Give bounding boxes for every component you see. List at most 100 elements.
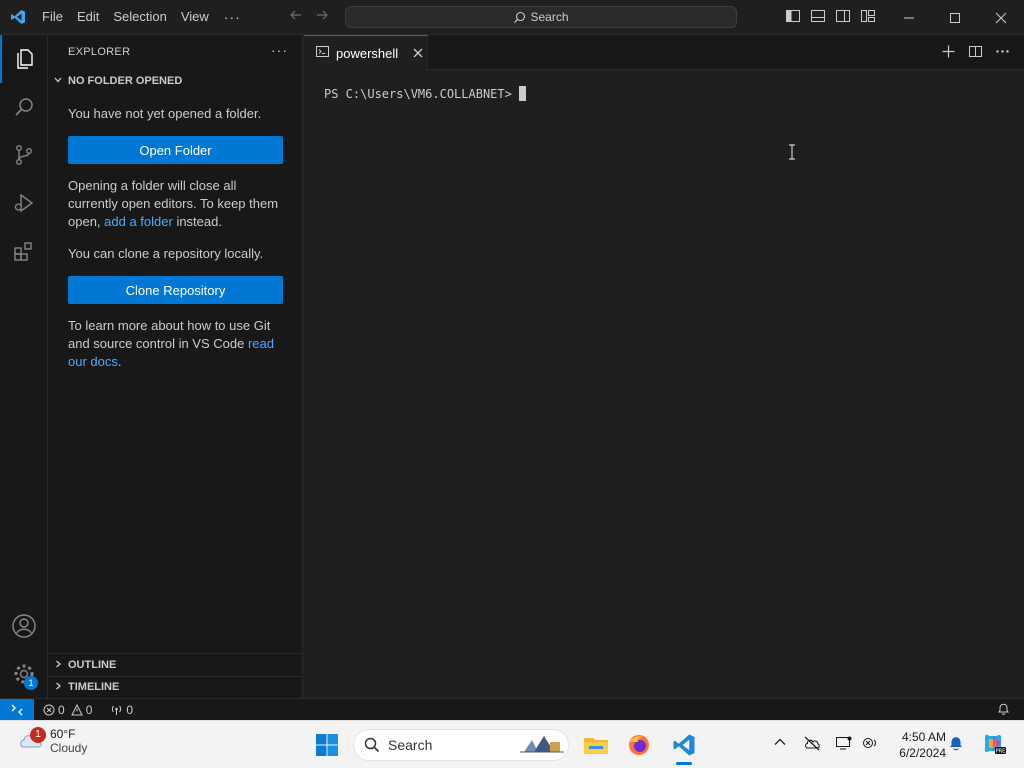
broadcast-icon	[112, 705, 122, 715]
settings-badge: 1	[24, 676, 38, 690]
sidebar-title: EXPLORER	[68, 46, 131, 58]
section-title: NO FOLDER OPENED	[68, 75, 183, 87]
onedrive-offline-icon[interactable]	[803, 735, 821, 754]
text-cursor-icon	[788, 144, 796, 165]
no-folder-section-header[interactable]: NO FOLDER OPENED	[48, 70, 302, 92]
search-icon	[514, 11, 526, 23]
notifications-bell-icon[interactable]	[997, 702, 1010, 719]
menu-bar: File Edit Selection View ···	[35, 0, 249, 35]
activity-bar: 1	[0, 35, 48, 698]
clone-repository-button[interactable]: Clone Repository	[68, 276, 283, 304]
customize-layout-icon[interactable]	[860, 8, 876, 24]
weather-condition: Cloudy	[50, 741, 88, 755]
network-volume-icon[interactable]	[862, 735, 880, 754]
windows-start-icon[interactable]	[315, 733, 339, 760]
system-clock[interactable]: 4:50 AM 6/2/2024	[884, 729, 946, 761]
toggle-primary-sidebar-icon[interactable]	[785, 8, 801, 24]
menu-file[interactable]: File	[35, 6, 70, 28]
ports-count: 0	[126, 702, 134, 717]
accounts-icon[interactable]	[0, 602, 48, 650]
tab-powershell[interactable]: powershell	[304, 35, 428, 70]
editor-tab-bar: powershell	[304, 35, 1024, 70]
new-terminal-icon[interactable]	[941, 44, 956, 63]
run-debug-icon[interactable]	[0, 179, 48, 227]
warning-icon	[70, 703, 83, 715]
error-icon	[43, 704, 55, 715]
learn-text-start: To learn more about how to use Git and s…	[68, 318, 271, 351]
display-icon[interactable]	[835, 735, 853, 754]
learn-text-end: .	[117, 354, 122, 369]
taskbar-search[interactable]: Search	[353, 729, 569, 761]
clock-date: 6/2/2024	[899, 746, 946, 760]
active-app-indicator	[676, 762, 692, 765]
search-highlight-icon	[520, 732, 564, 759]
svg-text:PRE: PRE	[996, 749, 1006, 755]
chevron-right-icon	[48, 659, 68, 671]
toggle-panel-icon[interactable]	[810, 8, 826, 24]
terminal-prompt: PS C:\Users\VM6.COLLABNET>	[324, 86, 512, 101]
maximize-icon[interactable]	[932, 0, 978, 35]
ports-status[interactable]: 0	[105, 703, 138, 717]
copilot-icon[interactable]: PRE	[980, 731, 1006, 760]
toggle-secondary-sidebar-icon[interactable]	[835, 8, 851, 24]
firefox-icon[interactable]	[623, 729, 655, 761]
error-count: 0	[58, 702, 65, 717]
vscode-logo-icon	[0, 0, 35, 35]
menu-more-icon[interactable]: ···	[216, 9, 249, 25]
menu-selection[interactable]: Selection	[106, 6, 173, 28]
add-folder-link[interactable]: add a folder	[104, 214, 173, 229]
notification-bell-icon[interactable]	[948, 735, 964, 755]
open-folder-note: Opening a folder will close all currentl…	[68, 177, 288, 231]
extensions-icon[interactable]	[0, 227, 48, 275]
problems-status[interactable]: 0 0	[38, 703, 97, 717]
command-center-label: Search	[530, 10, 569, 24]
manage-gear-icon[interactable]: 1	[0, 650, 48, 698]
weather-widget[interactable]: 1 60°F Cloudy	[16, 727, 87, 755]
taskbar-search-label: Search	[388, 737, 433, 753]
clone-message: You can clone a repository locally.	[68, 246, 264, 261]
close-window-icon[interactable]	[978, 0, 1024, 35]
tab-label: powershell	[336, 45, 399, 61]
search-view-icon[interactable]	[0, 83, 48, 131]
explorer-icon[interactable]	[0, 35, 48, 83]
remote-indicator-icon[interactable]	[0, 698, 34, 721]
warning-count: 0	[85, 702, 93, 717]
terminal-prompt-line: PS C:\Users\VM6.COLLABNET>	[324, 86, 526, 101]
terminal-icon	[316, 45, 329, 61]
navigation-arrows	[288, 8, 330, 26]
weather-text: 60°F Cloudy	[50, 727, 87, 755]
open-folder-button[interactable]: Open Folder	[68, 136, 283, 164]
clock-time: 4:50 AM	[901, 730, 946, 744]
file-explorer-icon[interactable]	[580, 729, 612, 761]
close-tab-icon[interactable]	[413, 46, 423, 61]
menu-edit[interactable]: Edit	[70, 6, 106, 28]
back-arrow-icon[interactable]	[288, 8, 304, 26]
more-actions-icon[interactable]	[995, 44, 1010, 63]
note-text-end: instead.	[172, 214, 222, 229]
timeline-label: TIMELINE	[68, 681, 120, 693]
menu-view[interactable]: View	[174, 6, 216, 28]
search-icon	[364, 737, 380, 753]
timeline-section-header[interactable]: TIMELINE	[48, 676, 302, 698]
terminal-editor[interactable]: PS C:\Users\VM6.COLLABNET>	[304, 70, 1024, 698]
no-folder-message: You have not yet opened a folder.	[68, 106, 262, 121]
vscode-taskbar-icon[interactable]	[668, 729, 700, 761]
windows-taskbar: 1 60°F Cloudy Search 4:50 AM 6/2/2024 PR…	[0, 720, 1024, 768]
layout-controls	[785, 8, 876, 24]
explorer-sidebar: EXPLORER ··· NO FOLDER OPENED You have n…	[48, 35, 303, 698]
sidebar-more-icon[interactable]: ···	[271, 42, 288, 58]
source-control-icon[interactable]	[0, 131, 48, 179]
window-controls	[886, 0, 1024, 35]
chevron-right-icon	[48, 681, 68, 693]
forward-arrow-icon[interactable]	[314, 8, 330, 26]
weather-temperature: 60°F	[50, 727, 76, 741]
minimize-icon[interactable]	[886, 0, 932, 35]
outline-section-header[interactable]: OUTLINE	[48, 654, 302, 676]
terminal-cursor	[518, 86, 526, 101]
split-editor-icon[interactable]	[968, 44, 983, 63]
show-hidden-icons-chevron-icon[interactable]	[773, 735, 787, 752]
title-bar: File Edit Selection View ··· Search	[0, 0, 1024, 35]
weather-alert-badge: 1	[30, 727, 46, 743]
command-center-search[interactable]: Search	[345, 6, 737, 28]
editor-actions	[941, 44, 1010, 63]
